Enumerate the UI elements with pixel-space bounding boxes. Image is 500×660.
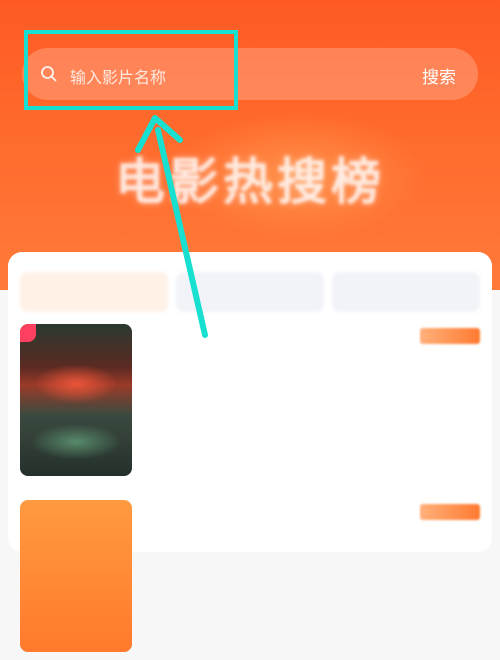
search-button[interactable]: 搜索: [422, 63, 456, 88]
page-title: 电影热搜榜: [115, 153, 385, 211]
tab-1[interactable]: [20, 272, 168, 312]
hot-score-badge: [420, 328, 480, 344]
ranking-panel: [8, 252, 492, 652]
poster-art-lower: [30, 424, 122, 460]
tab-bar: [20, 272, 480, 312]
hot-score-badge: [420, 504, 480, 520]
poster-art: [34, 364, 118, 404]
annotation-highlight-box: [24, 30, 238, 110]
movie-poster[interactable]: [20, 500, 132, 652]
tab-3[interactable]: [332, 272, 480, 312]
list-item[interactable]: [20, 324, 480, 484]
list-item[interactable]: [20, 500, 480, 660]
tab-2[interactable]: [176, 272, 324, 312]
rank-badge: [20, 324, 36, 342]
movie-poster[interactable]: [20, 324, 132, 476]
